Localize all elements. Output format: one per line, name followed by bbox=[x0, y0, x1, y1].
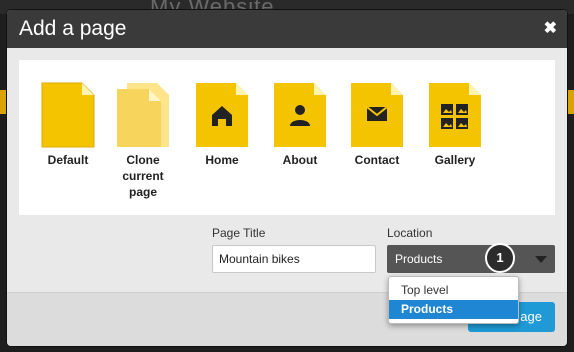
clone-page-icon bbox=[117, 83, 169, 147]
close-icon[interactable]: ✖ bbox=[544, 18, 557, 38]
location-select[interactable]: Products bbox=[387, 245, 555, 273]
template-default[interactable]: Default bbox=[30, 82, 106, 168]
template-home[interactable]: Home bbox=[184, 82, 260, 168]
modal-title: Add a page bbox=[19, 17, 127, 40]
location-option-top-level[interactable]: Top level bbox=[389, 281, 518, 300]
template-label-line: current bbox=[122, 169, 164, 183]
home-icon bbox=[196, 83, 248, 147]
person-icon bbox=[274, 83, 326, 147]
add-page-modal: Add a page ✖ Default Clone current page bbox=[7, 10, 567, 346]
envelope-icon bbox=[351, 83, 403, 147]
modal-header: Add a page ✖ bbox=[7, 10, 567, 48]
template-label: Default bbox=[47, 153, 89, 167]
template-about[interactable]: About bbox=[262, 82, 338, 168]
template-label: Contact bbox=[354, 153, 400, 167]
template-label: Gallery bbox=[434, 153, 476, 167]
template-contact[interactable]: Contact bbox=[339, 82, 415, 168]
gallery-icon bbox=[429, 83, 481, 147]
blank-page-icon bbox=[41, 82, 95, 148]
template-label: About bbox=[282, 153, 318, 167]
location-selected-value: Products bbox=[395, 252, 443, 266]
background-accent-right bbox=[566, 90, 574, 114]
template-gallery[interactable]: Gallery bbox=[417, 82, 493, 168]
location-dropdown: Top level Products bbox=[388, 276, 519, 324]
template-clone-current-page[interactable]: Clone current page bbox=[105, 82, 181, 200]
chevron-down-icon bbox=[535, 256, 547, 263]
template-label-line: Clone bbox=[126, 153, 160, 167]
template-label: Home bbox=[205, 153, 239, 167]
location-label: Location bbox=[387, 226, 433, 240]
template-picker: Default Clone current page Home About Co… bbox=[19, 60, 555, 215]
step-badge: 1 bbox=[485, 243, 515, 273]
page-title-input[interactable]: Mountain bikes bbox=[212, 245, 376, 273]
template-label-line: page bbox=[128, 185, 157, 199]
page-title-label: Page Title bbox=[212, 226, 266, 240]
location-option-products[interactable]: Products bbox=[389, 300, 518, 319]
